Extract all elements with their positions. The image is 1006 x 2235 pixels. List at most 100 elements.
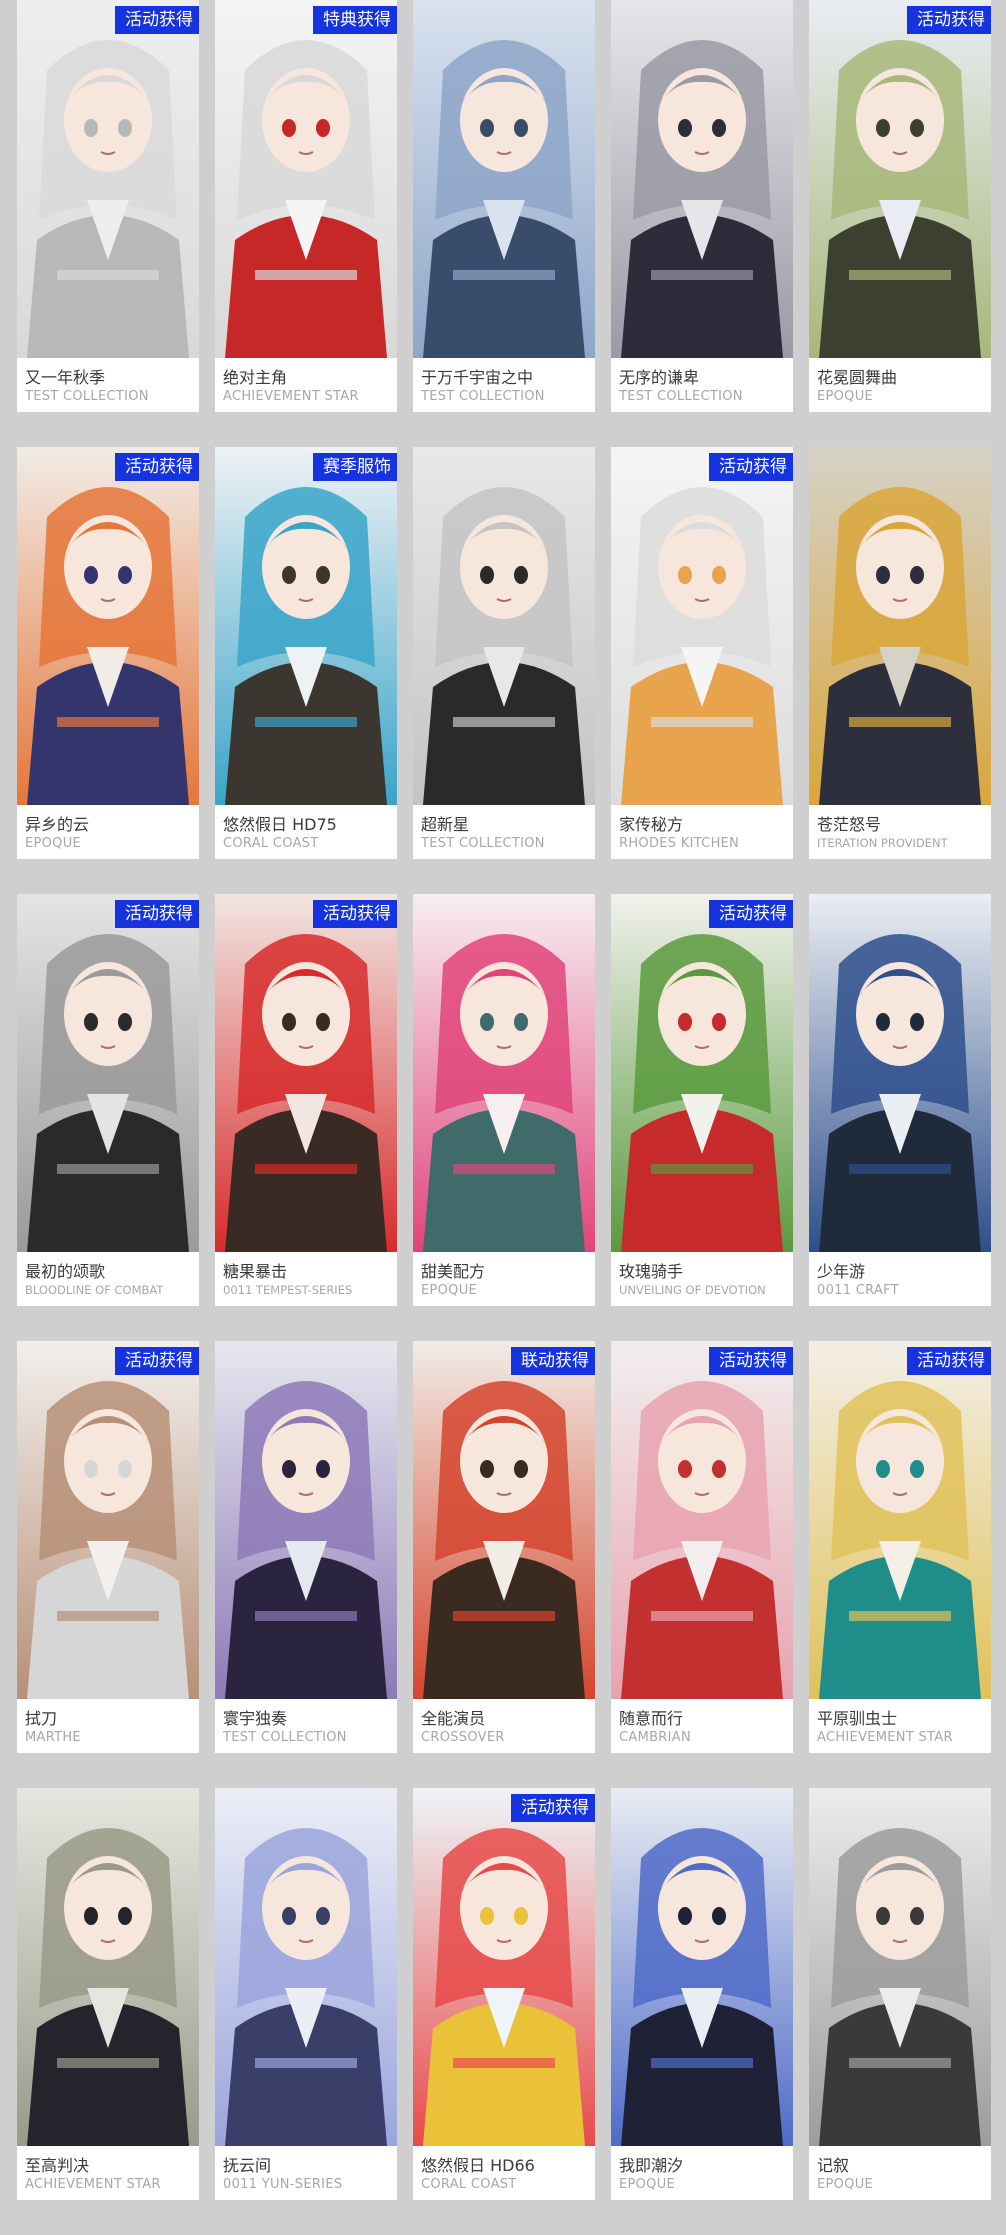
outfit-portrait — [809, 447, 991, 805]
outfit-card[interactable]: 活动获得玫瑰骑手 UNVEILING OF DEVOTION — [611, 894, 793, 1306]
outfit-card[interactable]: 抚云间 0011 YUN-SERIES — [215, 1788, 397, 2200]
outfit-brand: 0011 YUN-SERIES — [223, 2177, 343, 2192]
outfit-card[interactable]: 活动获得随意而行 CAMBRIAN — [611, 1341, 793, 1753]
outfit-card[interactable]: 活动获得 最初的颂歌 BLOODLINE OF COMBAT — [17, 894, 199, 1306]
outfit-portrait — [17, 447, 199, 805]
outfit-card[interactable]: 特典获得绝对主角 ACHIEVEMENT STAR — [215, 0, 397, 412]
outfit-card[interactable]: 苍茫怒号 ITERATION PROVIDENT — [809, 447, 991, 859]
outfit-brand: MARTHE — [25, 1730, 81, 1745]
acquisition-badge: 活动获得 — [709, 900, 793, 928]
outfit-portrait — [413, 1341, 595, 1699]
outfit-name: 甜美配方 — [421, 1262, 486, 1281]
acquisition-badge: 联动获得 — [511, 1347, 595, 1375]
outfit-name: 超新星 — [421, 815, 470, 834]
outfit-card[interactable]: 记叙 EPOQUE — [809, 1788, 991, 2200]
outfit-name: 玫瑰骑手 — [619, 1262, 684, 1281]
outfit-portrait — [413, 447, 595, 805]
outfit-brand: TEST COLLECTION — [619, 389, 743, 404]
outfit-portrait — [215, 1788, 397, 2146]
outfit-portrait — [611, 0, 793, 358]
outfit-portrait — [809, 894, 991, 1252]
outfit-portrait — [215, 894, 397, 1252]
outfit-grid: 活动获得 又一年秋季 TEST COLLECTION 特典获得 绝对主角 ACHIEVEM… — [0, 0, 1006, 2235]
outfit-brand: 0011 TEMPEST-SERIES — [223, 1283, 353, 1297]
outfit-brand: CORAL COAST — [421, 2177, 517, 2192]
outfit-brand: TEST COLLECTION — [421, 389, 545, 404]
outfit-brand: EPOQUE — [817, 389, 874, 404]
outfit-card[interactable]: 活动获得 悠然假日 HD66 CORAL COAST — [413, 1788, 595, 2200]
outfit-card[interactable]: 活动获得 拭刀 MARTHE — [17, 1341, 199, 1753]
outfit-card[interactable]: 无序的谦卑 TEST COLLECTION — [611, 0, 793, 412]
outfit-brand: CAMBRIAN — [619, 1730, 691, 1745]
outfit-brand: ACHIEVEMENT STAR — [25, 2177, 161, 2192]
outfit-portrait — [809, 1788, 991, 2146]
outfit-card[interactable]: 活动获得 花冕圆舞曲 EPOQUE — [809, 0, 991, 412]
outfit-card[interactable]: 至高判决 ACHIEVEMENT STAR — [17, 1788, 199, 2200]
outfit-portrait — [215, 1341, 397, 1699]
acquisition-badge: 赛季服饰 — [313, 453, 397, 481]
outfit-name: 最初的颂歌 — [25, 1262, 106, 1281]
outfit-card[interactable]: 活动获得 又一年秋季 TEST COLLECTION — [17, 0, 199, 412]
outfit-card[interactable]: 活动获得 糖果暴击 0011 TEMPEST-SERIES — [215, 894, 397, 1306]
outfit-portrait — [215, 447, 397, 805]
outfit-brand: EPOQUE — [619, 2177, 676, 2192]
outfit-portrait — [611, 894, 793, 1252]
outfit-card[interactable]: 少年游 0011 CRAFT — [809, 894, 991, 1306]
outfit-card[interactable]: 于万千宇宙之中 TEST COLLECTION — [413, 0, 595, 412]
outfit-portrait — [215, 0, 397, 358]
outfit-name: 寰宇独奏 — [223, 1709, 288, 1728]
acquisition-badge: 活动获得 — [115, 6, 199, 34]
acquisition-badge: 活动获得 — [709, 453, 793, 481]
outfit-portrait — [413, 0, 595, 358]
outfit-brand: ACHIEVEMENT STAR — [817, 1730, 953, 1745]
acquisition-badge: 活动获得 — [313, 900, 397, 928]
outfit-card[interactable]: 超新星 TEST COLLECTION — [413, 447, 595, 859]
outfit-portrait — [17, 894, 199, 1252]
outfit-card[interactable]: 甜美配方 EPOQUE — [413, 894, 595, 1306]
outfit-name: 于万千宇宙之中 — [421, 368, 534, 387]
outfit-card[interactable]: 活动获得家传秘方 RHODES KITCHEN — [611, 447, 793, 859]
outfit-brand: CORAL COAST — [223, 836, 319, 851]
outfit-card[interactable]: 寰宇独奏 TEST COLLECTION — [215, 1341, 397, 1753]
outfit-portrait — [809, 0, 991, 358]
outfit-card[interactable]: 赛季服饰悠然假日 HD75 CORAL COAST — [215, 447, 397, 859]
outfit-card[interactable]: 我即潮汐 EPOQUE — [611, 1788, 793, 2200]
outfit-brand: TEST COLLECTION — [223, 1730, 347, 1745]
outfit-portrait — [17, 0, 199, 358]
outfit-name: 随意而行 — [619, 1709, 684, 1728]
outfit-name: 全能演员 — [421, 1709, 486, 1728]
outfit-card[interactable]: 活动获得 异乡的云 EPOQUE — [17, 447, 199, 859]
outfit-portrait — [611, 447, 793, 805]
acquisition-badge: 特典获得 — [313, 6, 397, 34]
outfit-name: 异乡的云 — [25, 815, 90, 834]
outfit-name: 又一年秋季 — [25, 368, 106, 387]
outfit-card[interactable]: 活动获得 平原驯虫士 ACHIEVEMENT STAR — [809, 1341, 991, 1753]
outfit-portrait — [17, 1788, 199, 2146]
outfit-name: 至高判决 — [25, 2156, 90, 2175]
acquisition-badge: 活动获得 — [709, 1347, 793, 1375]
outfit-name: 记叙 — [817, 2156, 850, 2175]
outfit-brand: RHODES KITCHEN — [619, 836, 740, 851]
acquisition-badge: 活动获得 — [511, 1794, 595, 1822]
outfit-name: 抚云间 — [223, 2156, 272, 2175]
outfit-name: 无序的谦卑 — [619, 368, 700, 387]
outfit-name: 我即潮汐 — [619, 2156, 684, 2175]
outfit-brand: 0011 CRAFT — [817, 1283, 899, 1298]
outfit-name: 悠然假日 HD75 — [223, 815, 337, 834]
outfit-brand: TEST COLLECTION — [421, 836, 545, 851]
outfit-brand: UNVEILING OF DEVOTION — [619, 1283, 766, 1297]
outfit-brand: ITERATION PROVIDENT — [817, 836, 948, 850]
outfit-portrait — [413, 1788, 595, 2146]
outfit-name: 花冕圆舞曲 — [817, 368, 898, 387]
outfit-brand: ACHIEVEMENT STAR — [223, 389, 359, 404]
outfit-brand: EPOQUE — [25, 836, 82, 851]
outfit-name: 绝对主角 — [223, 368, 288, 387]
outfit-card[interactable]: 联动获得 全能演员 CROSSOVER — [413, 1341, 595, 1753]
outfit-portrait — [611, 1341, 793, 1699]
outfit-portrait — [413, 894, 595, 1252]
outfit-brand: BLOODLINE OF COMBAT — [25, 1283, 164, 1297]
outfit-name: 平原驯虫士 — [817, 1709, 898, 1728]
outfit-name: 家传秘方 — [619, 815, 684, 834]
outfit-brand: EPOQUE — [817, 2177, 874, 2192]
outfit-name: 苍茫怒号 — [817, 815, 882, 834]
